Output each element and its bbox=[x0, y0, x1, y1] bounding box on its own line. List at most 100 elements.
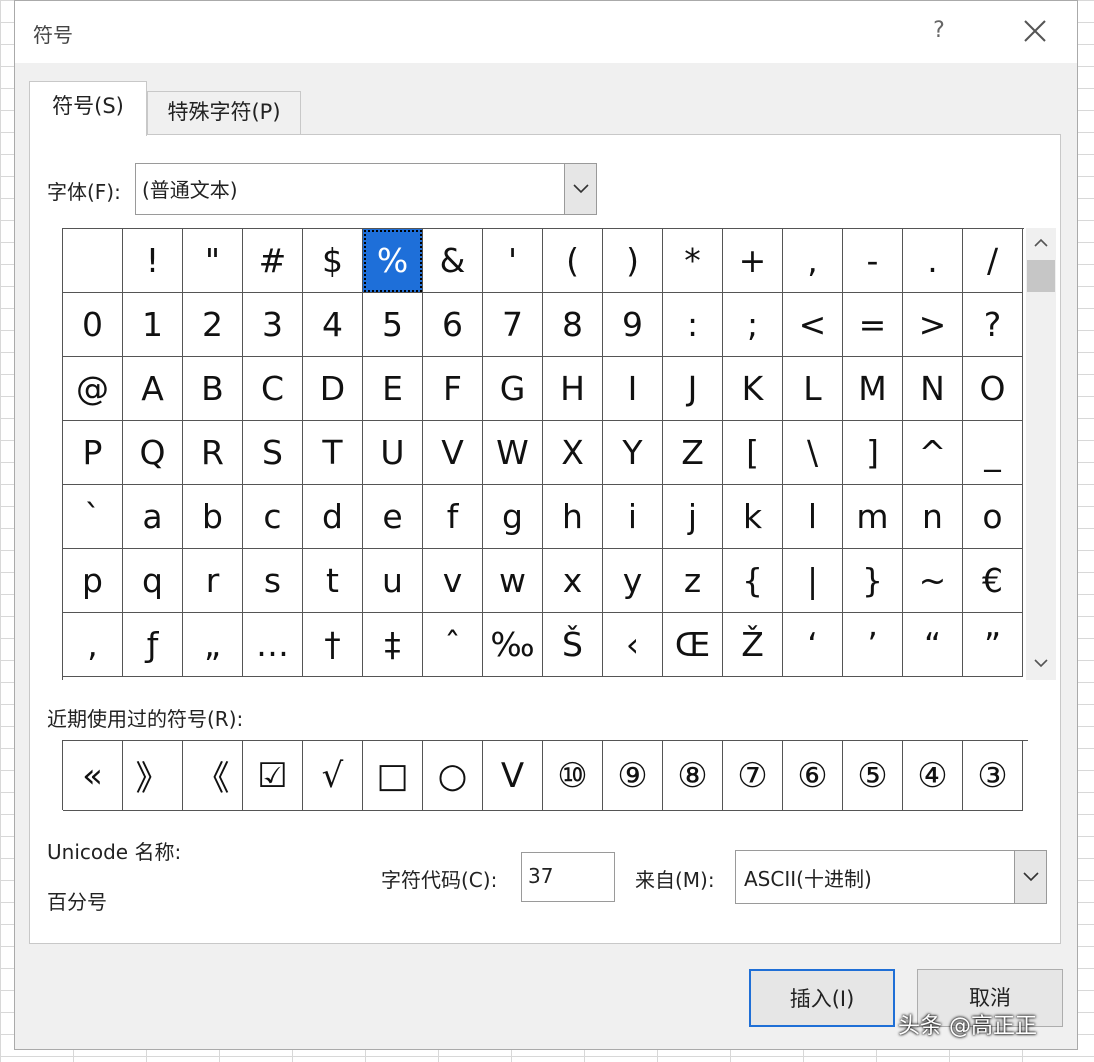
recent-symbol-cell[interactable]: ③ bbox=[963, 741, 1023, 811]
symbol-cell[interactable]: w bbox=[483, 549, 543, 613]
recent-symbol-cell[interactable]: ④ bbox=[903, 741, 963, 811]
symbol-cell[interactable]: \ bbox=[783, 421, 843, 485]
symbol-cell[interactable]: ? bbox=[963, 293, 1023, 357]
recent-symbol-cell[interactable]: ○ bbox=[423, 741, 483, 811]
symbol-cell[interactable]: 4 bbox=[303, 293, 363, 357]
recent-symbol-cell[interactable]: ⑧ bbox=[663, 741, 723, 811]
from-select[interactable]: ASCII(十进制) bbox=[735, 850, 1047, 904]
char-code-field[interactable] bbox=[521, 852, 620, 902]
symbol-cell[interactable]: O bbox=[963, 357, 1023, 421]
recent-symbol-cell[interactable]: « bbox=[63, 741, 123, 811]
symbol-cell[interactable]: - bbox=[843, 229, 903, 293]
from-dropdown-button[interactable] bbox=[1014, 851, 1046, 903]
font-dropdown-button[interactable] bbox=[564, 164, 596, 214]
symbol-cell[interactable]: 3 bbox=[243, 293, 303, 357]
recent-symbol-cell[interactable]: ⑥ bbox=[783, 741, 843, 811]
symbol-cell[interactable]: C bbox=[243, 357, 303, 421]
symbol-cell[interactable]: L bbox=[783, 357, 843, 421]
symbol-cell[interactable]: ( bbox=[543, 229, 603, 293]
recent-symbol-cell[interactable]: V bbox=[483, 741, 543, 811]
symbol-cell[interactable]: ‰ bbox=[483, 613, 543, 677]
symbol-cell[interactable]: E bbox=[363, 357, 423, 421]
symbol-cell[interactable] bbox=[63, 229, 123, 293]
symbol-cell[interactable]: * bbox=[663, 229, 723, 293]
symbol-cell[interactable]: 6 bbox=[423, 293, 483, 357]
recent-symbol-cell[interactable]: 《 bbox=[183, 741, 243, 811]
symbol-cell[interactable]: l bbox=[783, 485, 843, 549]
close-button[interactable] bbox=[1013, 9, 1057, 53]
scroll-thumb[interactable] bbox=[1027, 260, 1055, 292]
recent-symbol-cell[interactable]: ⑨ bbox=[603, 741, 663, 811]
symbol-cell[interactable]: j bbox=[663, 485, 723, 549]
symbol-cell[interactable]: I bbox=[603, 357, 663, 421]
symbol-cell[interactable]: M bbox=[843, 357, 903, 421]
symbol-cell[interactable]: ‘ bbox=[783, 613, 843, 677]
symbol-cell[interactable]: p bbox=[63, 549, 123, 613]
symbol-cell[interactable]: 7 bbox=[483, 293, 543, 357]
symbol-cell[interactable]: m bbox=[843, 485, 903, 549]
symbol-cell[interactable]: y bbox=[603, 549, 663, 613]
symbol-cell[interactable]: b bbox=[183, 485, 243, 549]
symbol-cell[interactable]: + bbox=[723, 229, 783, 293]
symbol-cell[interactable]: P bbox=[63, 421, 123, 485]
symbol-cell[interactable]: ’ bbox=[843, 613, 903, 677]
symbol-cell[interactable]: , bbox=[63, 613, 123, 677]
help-button[interactable]: ? bbox=[919, 9, 959, 53]
symbol-cell[interactable]: < bbox=[783, 293, 843, 357]
symbol-cell[interactable]: “ bbox=[903, 613, 963, 677]
symbol-cell[interactable]: 1 bbox=[123, 293, 183, 357]
symbol-cell[interactable]: . bbox=[903, 229, 963, 293]
symbol-cell[interactable]: a bbox=[123, 485, 183, 549]
symbol-cell[interactable]: 0 bbox=[63, 293, 123, 357]
scroll-up-button[interactable] bbox=[1026, 228, 1056, 260]
symbol-cell[interactable]: r bbox=[183, 549, 243, 613]
symbol-grid-scrollbar[interactable] bbox=[1026, 228, 1056, 680]
symbol-cell[interactable]: ) bbox=[603, 229, 663, 293]
scroll-down-button[interactable] bbox=[1026, 648, 1056, 680]
symbol-cell[interactable]: ~ bbox=[903, 549, 963, 613]
symbol-cell[interactable]: @ bbox=[63, 357, 123, 421]
symbol-cell[interactable]: { bbox=[723, 549, 783, 613]
symbol-cell[interactable]: h bbox=[543, 485, 603, 549]
symbol-cell[interactable]: N bbox=[903, 357, 963, 421]
symbol-cell[interactable]: R bbox=[183, 421, 243, 485]
symbol-cell[interactable]: 8 bbox=[543, 293, 603, 357]
symbol-cell[interactable]: B bbox=[183, 357, 243, 421]
symbol-cell[interactable]: s bbox=[243, 549, 303, 613]
symbol-cell[interactable]: e bbox=[363, 485, 423, 549]
symbol-cell[interactable]: u bbox=[363, 549, 423, 613]
symbol-cell-selected[interactable]: % bbox=[363, 229, 423, 293]
symbol-cell[interactable]: Ž bbox=[723, 613, 783, 677]
symbol-cell[interactable]: n bbox=[903, 485, 963, 549]
symbol-cell[interactable]: v bbox=[423, 549, 483, 613]
symbol-cell[interactable]: … bbox=[243, 613, 303, 677]
symbol-cell[interactable]: / bbox=[963, 229, 1023, 293]
symbol-cell[interactable]: ] bbox=[843, 421, 903, 485]
symbol-cell[interactable]: ˆ bbox=[423, 613, 483, 677]
symbol-cell[interactable]: € bbox=[963, 549, 1023, 613]
recent-symbol-cell[interactable]: ☑ bbox=[243, 741, 303, 811]
symbol-cell[interactable]: # bbox=[243, 229, 303, 293]
symbol-cell[interactable]: : bbox=[663, 293, 723, 357]
symbol-cell[interactable]: G bbox=[483, 357, 543, 421]
symbol-cell[interactable]: ‹ bbox=[603, 613, 663, 677]
symbol-cell[interactable]: ‡ bbox=[363, 613, 423, 677]
recent-symbol-cell[interactable]: ⑤ bbox=[843, 741, 903, 811]
symbol-cell[interactable]: ” bbox=[963, 613, 1023, 677]
symbol-cell[interactable]: c bbox=[243, 485, 303, 549]
symbol-cell[interactable]: } bbox=[843, 549, 903, 613]
symbol-cell[interactable]: A bbox=[123, 357, 183, 421]
symbol-cell[interactable]: W bbox=[483, 421, 543, 485]
recent-symbol-cell[interactable]: □ bbox=[363, 741, 423, 811]
symbol-cell[interactable]: U bbox=[363, 421, 423, 485]
symbol-cell[interactable]: S bbox=[243, 421, 303, 485]
symbol-cell[interactable]: = bbox=[843, 293, 903, 357]
symbol-cell[interactable]: 2 bbox=[183, 293, 243, 357]
symbol-cell[interactable]: , bbox=[783, 229, 843, 293]
symbol-cell[interactable]: 5 bbox=[363, 293, 423, 357]
symbol-cell[interactable]: Œ bbox=[663, 613, 723, 677]
symbol-cell[interactable]: i bbox=[603, 485, 663, 549]
symbol-cell[interactable]: ^ bbox=[903, 421, 963, 485]
symbol-cell[interactable]: „ bbox=[183, 613, 243, 677]
symbol-cell[interactable]: g bbox=[483, 485, 543, 549]
